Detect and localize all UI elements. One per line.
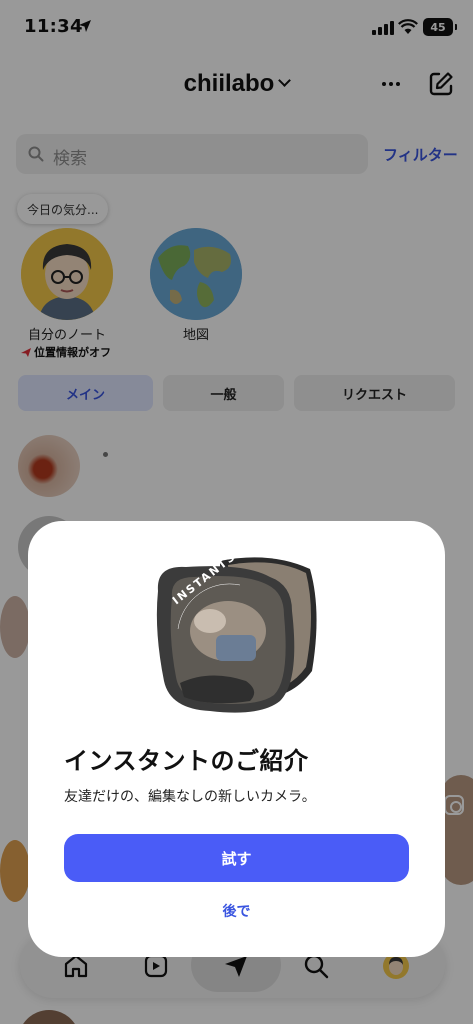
modal-description: 友達だけの、編集なしの新しいカメラ。: [64, 789, 316, 805]
modal-title: インスタントのご紹介: [64, 747, 309, 775]
instants-hero-image: INSTANTS: [150, 550, 325, 721]
try-button[interactable]: 試す: [64, 834, 409, 882]
instants-intro-modal: INSTANTS インスタントのご紹介 友達だけの、編集なしの新しいカメラ。 試…: [28, 521, 445, 957]
later-button[interactable]: 後で: [28, 901, 445, 921]
